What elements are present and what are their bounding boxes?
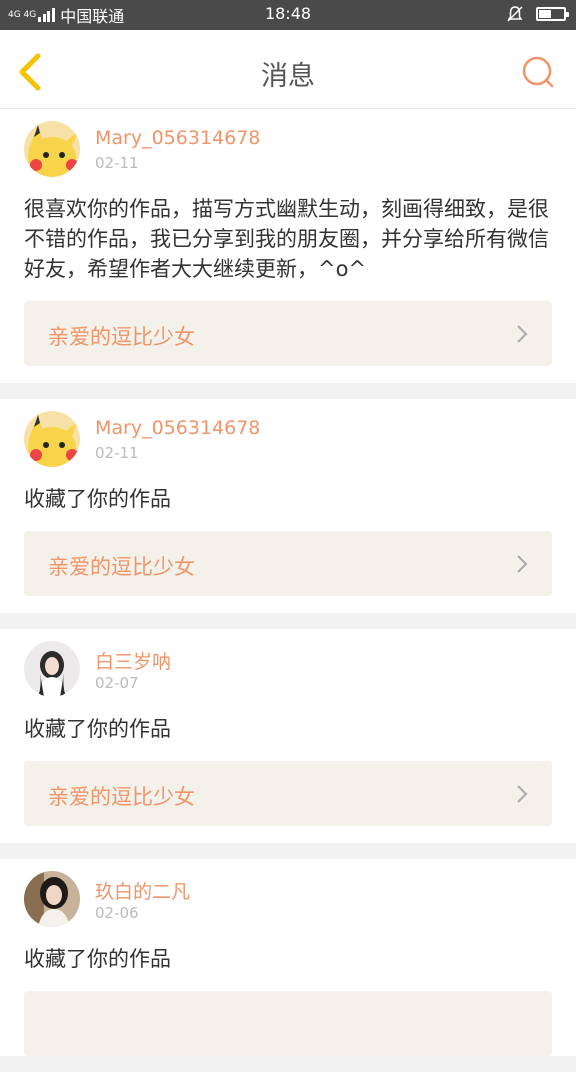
message-card: Mary_056314678 02-11 很喜欢你的作品，描写方式幽默生动，刻画… xyxy=(0,109,576,383)
username[interactable]: Mary_056314678 xyxy=(95,417,260,439)
battery-icon xyxy=(536,7,569,21)
clock: 18:48 xyxy=(264,4,312,23)
chevron-right-icon xyxy=(517,785,528,803)
message-date: 02-06 xyxy=(95,904,139,922)
message-text: 收藏了你的作品 xyxy=(24,487,171,511)
silent-bell-icon xyxy=(507,6,523,22)
message-text: 收藏了你的作品 xyxy=(24,717,171,741)
work-title: 亲爱的逗比少女 xyxy=(48,555,195,579)
page-title: 消息 xyxy=(261,61,315,92)
status-bar: 4G 4G 中国联通 18:48 xyxy=(0,0,576,30)
chevron-right-icon xyxy=(517,555,528,573)
chevron-right-icon xyxy=(517,325,528,343)
message-list: Mary_056314678 02-11 很喜欢你的作品，描写方式幽默生动，刻画… xyxy=(0,109,576,1072)
avatar[interactable] xyxy=(24,121,80,177)
pikachu-avatar-icon xyxy=(24,121,80,177)
message-date: 02-11 xyxy=(95,154,139,172)
status-right xyxy=(506,5,569,23)
girl-avatar-icon xyxy=(24,641,80,697)
message-text: 很喜欢你的作品，描写方式幽默生动，刻画得细致，是很不错的作品，我已分享到我的朋友… xyxy=(24,197,549,281)
message-date: 02-11 xyxy=(95,444,139,462)
work-title: 亲爱的逗比少女 xyxy=(48,785,195,809)
message-card: 白三岁呐 02-07 收藏了你的作品 亲爱的逗比少女 xyxy=(0,629,576,843)
message-date: 02-07 xyxy=(95,674,139,692)
work-link[interactable]: 亲爱的逗比少女 xyxy=(24,761,552,826)
avatar[interactable] xyxy=(24,871,80,927)
avatar[interactable] xyxy=(24,411,80,467)
username[interactable]: 玖白的二凡 xyxy=(95,877,190,904)
navigation-bar: 消息 xyxy=(0,30,576,109)
search-icon[interactable] xyxy=(520,54,556,90)
username[interactable]: 白三岁呐 xyxy=(95,647,171,674)
pikachu-avatar-icon xyxy=(24,411,80,467)
username[interactable]: Mary_056314678 xyxy=(95,127,260,149)
avatar[interactable] xyxy=(24,641,80,697)
work-title: 亲爱的逗比少女 xyxy=(48,325,195,349)
message-card: Mary_056314678 02-11 收藏了你的作品 亲爱的逗比少女 xyxy=(0,399,576,613)
message-text: 收藏了你的作品 xyxy=(24,947,171,971)
message-card: 玖白的二凡 02-06 收藏了你的作品 xyxy=(0,859,576,1056)
work-link[interactable]: 亲爱的逗比少女 xyxy=(24,531,552,596)
girl-photo-avatar-icon xyxy=(24,871,80,927)
work-link[interactable]: 亲爱的逗比少女 xyxy=(24,301,552,366)
